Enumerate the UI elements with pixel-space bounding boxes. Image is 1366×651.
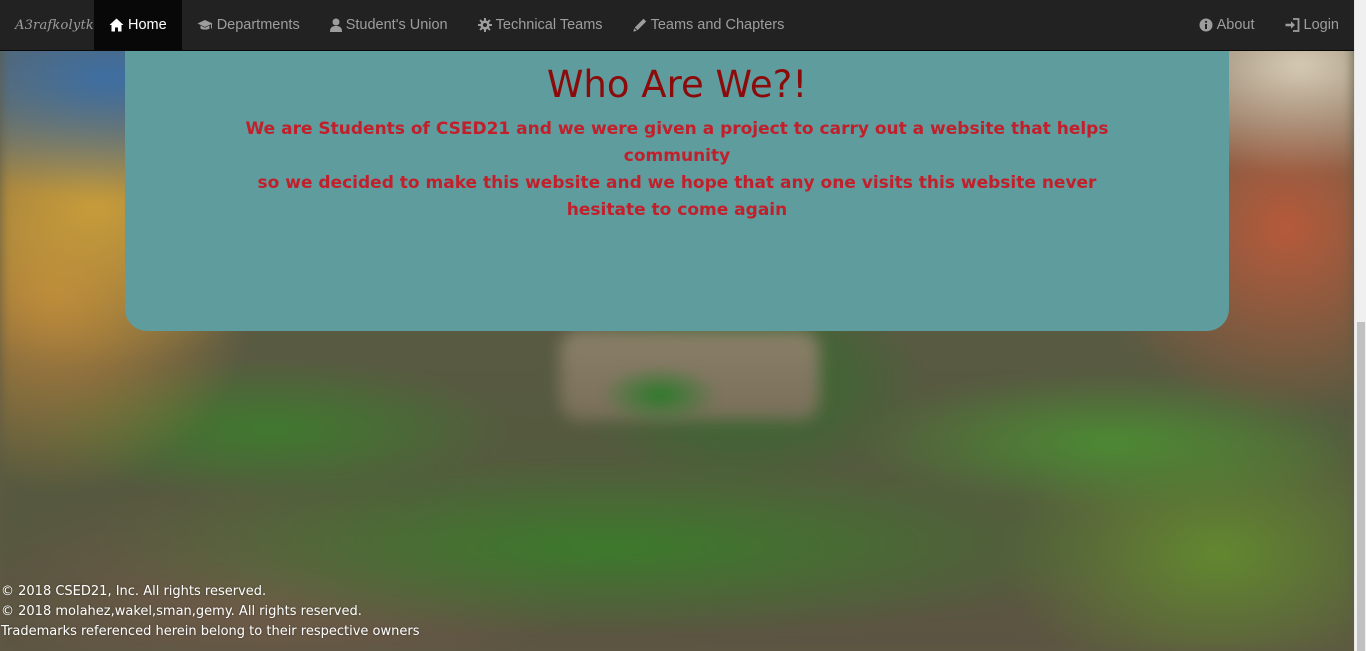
about-paragraph-line: so we decided to make this website and w… [257,173,1097,220]
user-icon [329,18,342,32]
nav-label-about: About [1216,17,1255,33]
footer-copyright-line: © 2018 molahez,wakel,sman,gemy. All righ… [1,604,362,619]
nav-label-home: Home [128,17,167,33]
footer-trademark-line: Trademarks referenced herein belong to t… [1,624,420,639]
nav-item-departments[interactable]: Departments [182,0,315,50]
gear-icon [477,18,492,32]
nav-right: About Login [1184,0,1354,50]
nav-item-about[interactable]: About [1184,0,1270,50]
graduation-cap-icon [197,19,213,31]
page: A3rafkolytk Home Departments Student's U… [0,0,1366,651]
nav-label-technical-teams: Technical Teams [495,17,603,33]
vertical-scrollbar[interactable] [1354,0,1366,651]
nav-item-home[interactable]: Home [94,0,182,50]
background-tree [600,365,720,425]
scrollbar-thumb[interactable] [1357,322,1365,651]
info-icon [1199,18,1213,32]
about-paragraph-line: We are Students of CSED21 and we were gi… [245,119,1109,166]
nav-label-students-union: Student's Union [345,17,448,33]
footer: © 2018 CSED21, Inc. All rights reserved.… [1,582,419,642]
nav-label-teams-and-chapters: Teams and Chapters [650,17,785,33]
home-icon [109,18,124,32]
brand-logo[interactable]: A3rafkolytk [0,0,94,50]
nav-item-technical-teams[interactable]: Technical Teams [463,0,618,50]
footer-copyright-line: © 2018 CSED21, Inc. All rights reserved. [1,584,267,599]
nav-label-login: Login [1303,17,1339,33]
navbar: A3rafkolytk Home Departments Student's U… [0,0,1354,51]
nav-item-students-union[interactable]: Student's Union [315,0,463,50]
nav-item-teams-and-chapters[interactable]: Teams and Chapters [618,0,800,50]
login-icon [1285,18,1300,32]
pencil-icon [632,18,647,32]
nav-left: Home Departments Student's Union Technic… [94,0,799,50]
about-paragraph: We are Students of CSED21 and we were gi… [227,116,1127,224]
who-are-we-card: Who Are We?! We are Students of CSED21 a… [125,40,1229,331]
nav-label-departments: Departments [216,17,300,33]
nav-item-login[interactable]: Login [1270,0,1354,50]
